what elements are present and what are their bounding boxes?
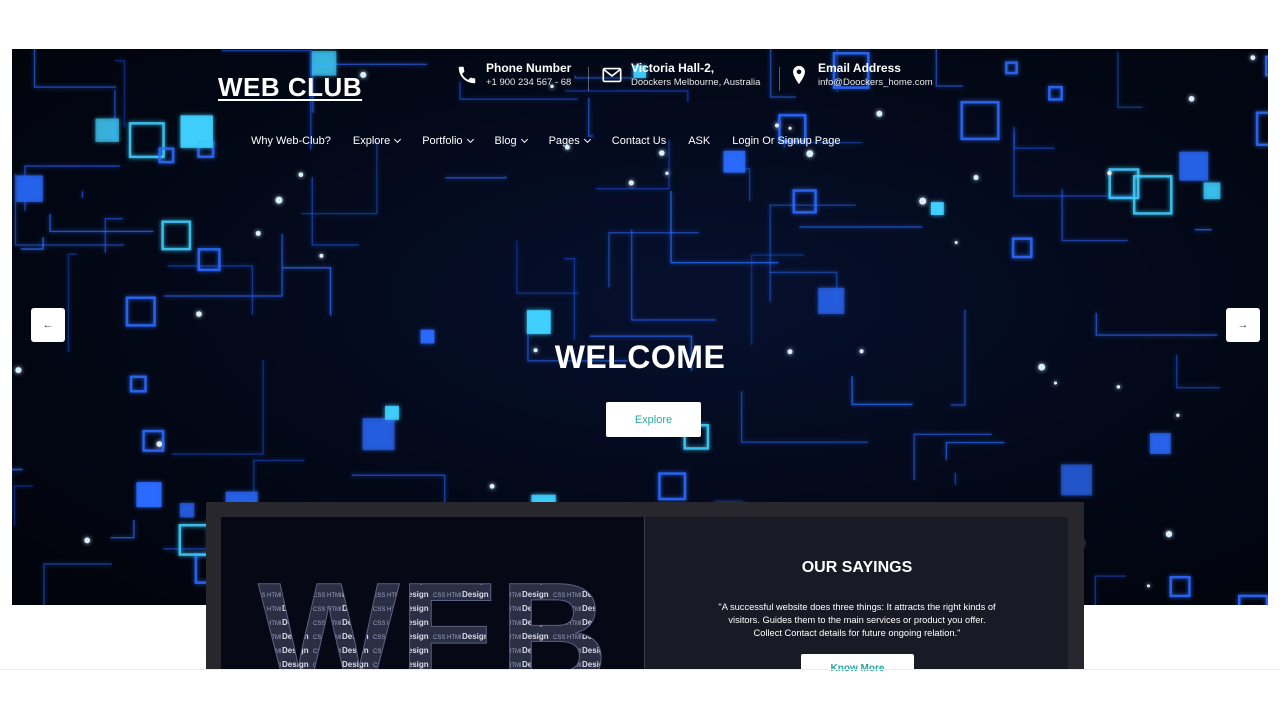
contact-address-title: Victoria Hall-2, xyxy=(631,61,715,75)
sayings-quote: "A successful website does three things:… xyxy=(718,602,996,638)
nav-item-label: Explore xyxy=(352,135,391,147)
chevron-down-icon xyxy=(583,135,591,144)
nav-item-label: Pages xyxy=(548,135,580,147)
contact-phone-title: Phone Number xyxy=(486,61,572,75)
carousel-next-button[interactable]: → xyxy=(1226,308,1260,342)
contact-email: Email Address info@Doockers_home.com xyxy=(788,61,933,89)
sayings-card: Design CSS HTML WEB OUR SAYINGS "A succe… xyxy=(206,502,1084,684)
web-word-cloud-image: Design CSS HTML WEB xyxy=(221,517,644,670)
contact-address-detail: Doockers Melbourne, Australia xyxy=(631,77,761,88)
nav-item-ask[interactable]: ASK xyxy=(677,135,721,147)
phone-icon xyxy=(458,66,476,84)
nav-item-contact-us[interactable]: Contact Us xyxy=(601,135,677,147)
contact-divider xyxy=(588,67,589,91)
nav-item-label: ASK xyxy=(688,135,711,147)
hero-explore-button[interactable]: Explore xyxy=(606,402,701,437)
sayings-title: OUR SAYINGS xyxy=(801,559,913,576)
nav-item-why-web-club[interactable]: Why Web-Club? xyxy=(240,135,342,147)
sayings-panel: OUR SAYINGS "A successful website does t… xyxy=(644,517,1068,684)
main-nav: Why Web-Club? Explore Portfolio Blog Pag… xyxy=(240,135,851,147)
chevron-down-icon xyxy=(466,135,474,144)
nav-item-label: Blog xyxy=(494,135,517,147)
web-word-cloud-graphic: Design CSS HTML WEB xyxy=(258,551,609,671)
nav-item-blog[interactable]: Blog xyxy=(484,135,538,147)
contact-divider xyxy=(779,67,780,91)
chevron-down-icon xyxy=(394,135,402,144)
contact-email-detail: info@Doockers_home.com xyxy=(818,77,933,88)
nav-item-explore[interactable]: Explore xyxy=(342,135,411,147)
nav-item-login-signup[interactable]: Login Or Signup Page xyxy=(721,135,851,147)
contact-email-title: Email Address xyxy=(818,61,901,75)
nav-item-label: Contact Us xyxy=(611,135,667,147)
chevron-down-icon xyxy=(520,135,528,144)
nav-item-portfolio[interactable]: Portfolio xyxy=(411,135,483,147)
location-pin-icon xyxy=(793,65,805,85)
site-logo[interactable]: WEB CLUB xyxy=(218,72,362,103)
contact-phone-detail: +1 900 234 567 - 68 xyxy=(486,77,572,88)
nav-item-label: Login Or Signup Page xyxy=(732,135,841,147)
nav-item-label: Portfolio xyxy=(422,135,463,147)
contact-address: Victoria Hall-2, Doockers Melbourne, Aus… xyxy=(601,61,760,89)
arrow-left-icon: ← xyxy=(42,319,54,331)
arrow-right-icon: → xyxy=(1237,319,1249,331)
page-divider xyxy=(0,669,1280,670)
contact-phone: Phone Number +1 900 234 567 - 68 xyxy=(456,61,571,89)
nav-item-pages[interactable]: Pages xyxy=(538,135,601,147)
carousel-prev-button[interactable]: ← xyxy=(31,308,65,342)
nav-item-label: Why Web-Club? xyxy=(251,135,331,147)
hero-heading: WELCOME xyxy=(554,339,726,375)
envelope-icon xyxy=(602,67,622,83)
web-word-text: WEB xyxy=(258,551,608,670)
